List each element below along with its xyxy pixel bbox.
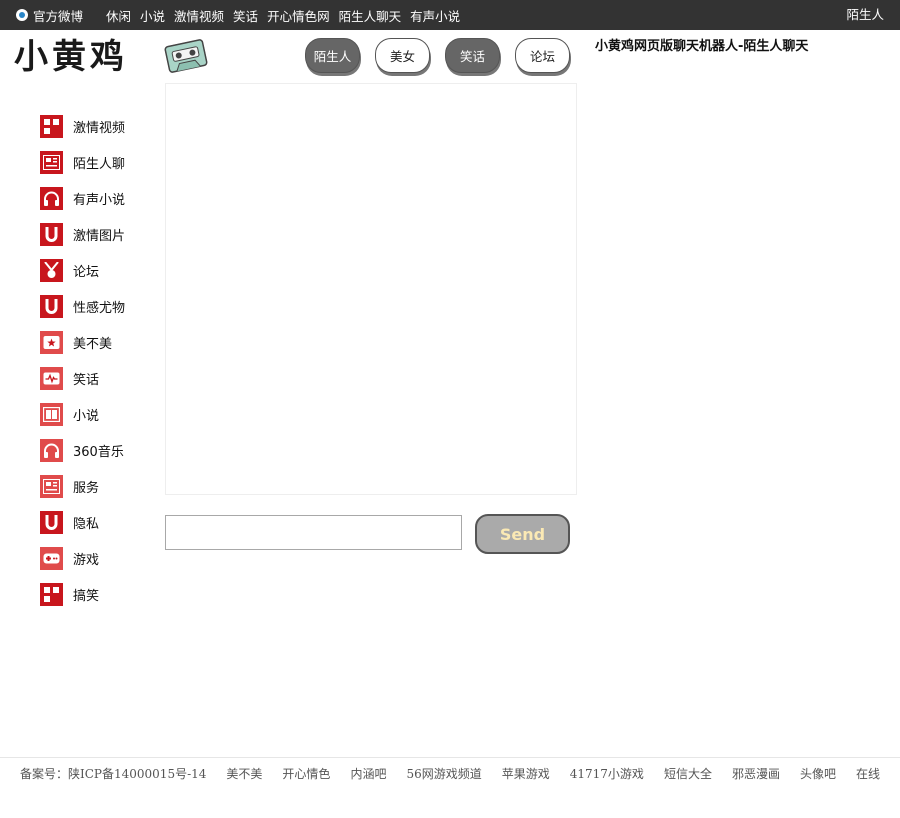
footer-link[interactable]: 开心情色 bbox=[282, 765, 330, 782]
tab-beauty[interactable]: 美女 bbox=[375, 38, 430, 73]
sidebar-item-label: 360音乐 bbox=[73, 444, 124, 460]
footer: 备案号：陕ICP备14000015号-14 美不美 开心情色 内涵吧 56网游戏… bbox=[20, 765, 900, 781]
sidebar-item[interactable]: 360音乐 bbox=[40, 432, 125, 468]
cassette-tape-icon bbox=[164, 39, 208, 73]
star-icon bbox=[40, 330, 63, 354]
sidebar-item-label: 隐私 bbox=[73, 516, 100, 532]
official-weibo-link[interactable]: 官方微博 bbox=[16, 0, 83, 30]
tab-stranger[interactable]: 陌生人 bbox=[305, 38, 360, 73]
send-button[interactable]: Send bbox=[475, 514, 570, 554]
headphones-icon bbox=[40, 186, 63, 210]
top-nav-item[interactable]: 有声小说 bbox=[410, 6, 460, 25]
chat-input[interactable] bbox=[165, 515, 462, 550]
top-nav-item[interactable]: 笑话 bbox=[233, 6, 258, 25]
sidebar-item[interactable]: 激情视频 bbox=[40, 108, 125, 144]
u-icon bbox=[40, 510, 63, 534]
sidebar-item[interactable]: 美不美 bbox=[40, 324, 125, 360]
sidebar-item-label: 游戏 bbox=[73, 552, 100, 568]
sidebar-item[interactable]: 激情图片 bbox=[40, 216, 125, 252]
grid-icon bbox=[40, 582, 63, 606]
top-nav-item[interactable]: 陌生人聊天 bbox=[339, 6, 402, 25]
footer-link[interactable]: 在线 bbox=[856, 765, 880, 782]
sidebar-item[interactable]: 搞笑 bbox=[40, 576, 125, 612]
sidebar-item-label: 有声小说 bbox=[73, 192, 126, 208]
top-right-link[interactable]: 陌生人 bbox=[846, 0, 884, 30]
sidebar-item-label: 搞笑 bbox=[73, 588, 100, 604]
footer-link[interactable]: 内涵吧 bbox=[350, 765, 386, 782]
sidebar-item[interactable]: 小说 bbox=[40, 396, 125, 432]
site-logo[interactable]: 小黄鸡 bbox=[14, 36, 140, 78]
sidebar-item[interactable]: 性感尤物 bbox=[40, 288, 125, 324]
tab-jokes[interactable]: 笑话 bbox=[445, 38, 500, 73]
top-nav: 休闲 小说 激情视频 笑话 开心情色网 陌生人聊天 有声小说 bbox=[106, 0, 469, 30]
pulse-icon bbox=[40, 366, 63, 390]
sidebar-item-label: 陌生人聊 bbox=[73, 156, 126, 172]
u-icon bbox=[40, 294, 63, 318]
sidebar-item[interactable]: 隐私 bbox=[40, 504, 125, 540]
sidebar-item[interactable]: 论坛 bbox=[40, 252, 125, 288]
chat-messages-area[interactable] bbox=[165, 83, 577, 495]
top-bar: 官方微博 休闲 小说 激情视频 笑话 开心情色网 陌生人聊天 有声小说 陌生人 bbox=[0, 0, 900, 30]
sidebar-item-label: 服务 bbox=[73, 480, 100, 496]
grid-icon bbox=[40, 114, 63, 138]
sidebar-item-label: 激情图片 bbox=[73, 228, 126, 244]
book-icon bbox=[40, 402, 63, 426]
sidebar-item[interactable]: 游戏 bbox=[40, 540, 125, 576]
headphones-icon bbox=[40, 438, 63, 462]
newspaper-icon bbox=[40, 474, 63, 498]
top-nav-item[interactable]: 小说 bbox=[140, 6, 165, 25]
sidebar-item-label: 论坛 bbox=[73, 264, 100, 280]
footer-link[interactable]: 苹果游戏 bbox=[502, 765, 550, 782]
footer-link[interactable]: 短信大全 bbox=[664, 765, 712, 782]
weibo-icon bbox=[16, 9, 28, 21]
sidebar-item-label: 小说 bbox=[73, 408, 100, 424]
official-weibo-label: 官方微博 bbox=[33, 8, 84, 24]
sidebar-item-label: 激情视频 bbox=[73, 120, 126, 136]
tab-forum[interactable]: 论坛 bbox=[515, 38, 570, 73]
sidebar-item[interactable]: 服务 bbox=[40, 468, 125, 504]
gamepad-icon bbox=[40, 546, 63, 570]
top-nav-item[interactable]: 激情视频 bbox=[174, 6, 224, 25]
u-icon bbox=[40, 222, 63, 246]
sidebar-item[interactable]: 陌生人聊 bbox=[40, 144, 125, 180]
footer-link[interactable]: 头像吧 bbox=[800, 765, 836, 782]
footer-link[interactable]: 41717小游戏 bbox=[570, 765, 644, 782]
medal-icon bbox=[40, 258, 63, 282]
newspaper-icon bbox=[40, 150, 63, 174]
sidebar-item-label: 笑话 bbox=[73, 372, 100, 388]
footer-link[interactable]: 美不美 bbox=[226, 765, 262, 782]
footer-link[interactable]: 邪恶漫画 bbox=[732, 765, 780, 782]
sidebar-item-label: 美不美 bbox=[73, 336, 113, 352]
footer-link[interactable]: 56网游戏频道 bbox=[406, 765, 481, 782]
sidebar-item-label: 性感尤物 bbox=[73, 300, 126, 316]
top-nav-item[interactable]: 休闲 bbox=[106, 6, 131, 25]
page-title: 小黄鸡网页版聊天机器人-陌生人聊天 bbox=[595, 39, 809, 54]
icp-number: 备案号：陕ICP备14000015号-14 bbox=[20, 766, 207, 781]
top-nav-item[interactable]: 开心情色网 bbox=[267, 6, 330, 25]
sidebar: 激情视频 陌生人聊 有声小说 激情图片 论坛 性感尤物 美不美 笑话 小说 36… bbox=[40, 108, 125, 612]
footer-divider bbox=[0, 757, 900, 758]
sidebar-item[interactable]: 有声小说 bbox=[40, 180, 125, 216]
sidebar-item[interactable]: 笑话 bbox=[40, 360, 125, 396]
